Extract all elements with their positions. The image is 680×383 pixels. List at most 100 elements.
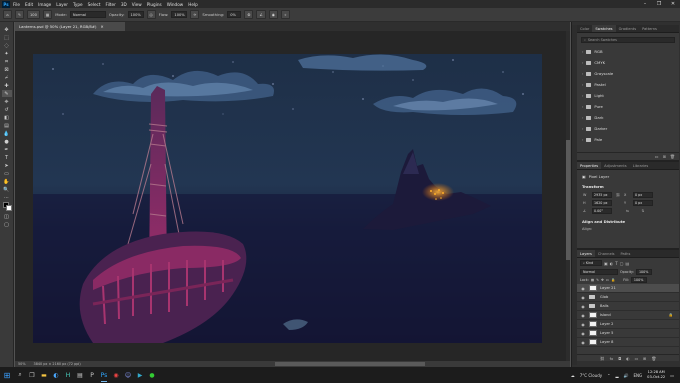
frame-tool-icon[interactable]: ⊠ xyxy=(2,66,12,73)
color-swatches[interactable] xyxy=(2,202,12,212)
flow-field[interactable]: 100% xyxy=(171,11,188,18)
tray-overflow-icon[interactable]: ⌃ xyxy=(607,373,610,378)
y-field[interactable]: 0 px xyxy=(633,200,653,206)
new-layer-icon[interactable]: ⊞ xyxy=(643,356,646,361)
filter-pixel-icon[interactable]: ▣ xyxy=(604,261,608,266)
eraser-tool-icon[interactable]: ◧ xyxy=(2,114,12,121)
smoothing-field[interactable]: 0% xyxy=(227,11,242,18)
layer-filter-kind-select[interactable]: ⌕ Kind xyxy=(580,260,602,266)
rectangle-tool-icon[interactable]: ▭ xyxy=(2,170,12,177)
notifications-icon[interactable]: ▭ xyxy=(670,373,674,378)
menu-image[interactable]: Image xyxy=(38,2,51,7)
app-h-icon[interactable]: H xyxy=(62,367,74,383)
add-mask-icon[interactable]: ◘ xyxy=(618,356,621,361)
angle-icon[interactable]: ∠ xyxy=(256,10,266,19)
eyedropper-tool-icon[interactable]: ⌿ xyxy=(2,74,12,81)
new-swatch-icon[interactable]: ⊞ xyxy=(663,154,666,159)
flip-vertical-icon[interactable]: ⇅ xyxy=(633,209,653,213)
swatch-group-darker[interactable]: › Darker xyxy=(577,123,679,134)
eye-icon[interactable]: ◉ xyxy=(580,286,586,291)
weather-label[interactable]: 7°C Cloudy xyxy=(580,373,602,378)
menu-select[interactable]: Select xyxy=(88,2,101,7)
home-icon[interactable]: ⌂ xyxy=(3,10,12,19)
tab-layers[interactable]: Layers xyxy=(577,250,595,257)
canvas-artwork[interactable] xyxy=(33,54,542,343)
swatch-group-pastel[interactable]: › Pastel xyxy=(577,79,679,90)
tab-gradients[interactable]: Gradients xyxy=(616,25,640,32)
type-tool-icon[interactable]: T xyxy=(2,154,12,161)
blur-tool-icon[interactable]: 💧 xyxy=(2,130,12,137)
swatch-group-dark[interactable]: › Dark xyxy=(577,112,679,123)
search-icon[interactable]: ⌕ xyxy=(14,367,26,383)
volume-icon[interactable]: 🔊 xyxy=(624,373,629,378)
tab-adjustments[interactable]: Adjustments xyxy=(601,162,630,169)
swatch-search-input[interactable]: ⌕ Search Swatches xyxy=(581,37,675,43)
link-icon[interactable]: ⛓ xyxy=(614,193,622,197)
swatch-group-light[interactable]: › Light xyxy=(577,90,679,101)
zoom-tool-icon[interactable]: 🔍 xyxy=(2,186,12,193)
filter-smart-object-icon[interactable]: ▤ xyxy=(626,261,630,266)
eye-icon[interactable]: ◉ xyxy=(580,322,586,327)
tab-patterns[interactable]: Patterns xyxy=(639,25,660,32)
dodge-tool-icon[interactable]: ● xyxy=(2,138,12,145)
eye-icon[interactable]: ◉ xyxy=(580,313,586,318)
lock-all-icon[interactable]: 🔒 xyxy=(611,278,615,282)
fill-field[interactable]: 100% xyxy=(630,277,647,283)
swatch-group-pure[interactable]: › Pure xyxy=(577,101,679,112)
layer-group-row[interactable]: ◉ Glob xyxy=(577,293,679,302)
filter-shape-icon[interactable]: ▢ xyxy=(620,261,624,266)
eye-icon[interactable]: ◉ xyxy=(580,340,586,345)
tab-libraries[interactable]: Libraries xyxy=(630,162,652,169)
quick-select-tool-icon[interactable]: ✦ xyxy=(2,50,12,57)
tab-color[interactable]: Color xyxy=(577,25,592,32)
background-color-swatch[interactable] xyxy=(5,205,12,211)
swatch-group-grayscale[interactable]: › Grayscale xyxy=(577,68,679,79)
menu-3d[interactable]: 3D xyxy=(121,2,127,7)
marquee-tool-icon[interactable]: ⬚ xyxy=(2,34,12,41)
swatch-group-pale[interactable]: › Pale xyxy=(577,134,679,145)
hand-tool-icon[interactable]: ✋ xyxy=(2,178,12,185)
height-field[interactable]: 1620 px xyxy=(592,200,612,206)
new-group-folder-icon[interactable]: ▭ xyxy=(635,356,639,361)
app-p-icon[interactable]: P xyxy=(86,367,98,383)
lock-image-icon[interactable]: ✎ xyxy=(596,278,599,282)
layer-row[interactable]: ◉ Island 🔒 xyxy=(577,311,679,320)
lock-position-icon[interactable]: ✥ xyxy=(601,278,604,282)
lock-artboard-icon[interactable]: ▭ xyxy=(606,278,609,282)
menu-filter[interactable]: Filter xyxy=(105,2,115,7)
screen-mode-icon[interactable]: ▢ xyxy=(2,221,12,228)
layer-row[interactable]: ◉ Layer 2 xyxy=(577,320,679,329)
swatch-group-rgb[interactable]: › RGB xyxy=(577,46,679,57)
media-player-icon[interactable]: ▶ xyxy=(134,367,146,383)
app-green-icon[interactable]: ● xyxy=(146,367,158,383)
clock[interactable]: 12:28 AM 03-Oct-22 xyxy=(647,370,665,380)
healing-brush-tool-icon[interactable]: ✚ xyxy=(2,82,12,89)
lock-transparent-icon[interactable]: ▦ xyxy=(591,278,594,282)
width-field[interactable]: 2935 px xyxy=(592,192,612,198)
crop-tool-icon[interactable]: ⌗ xyxy=(2,58,12,65)
filter-adjustment-icon[interactable]: ◐ xyxy=(610,261,614,266)
minimize-icon[interactable]: – xyxy=(638,0,652,8)
pressure-size-icon[interactable]: ◉ xyxy=(268,10,278,19)
document-tab[interactable]: Lanterns.psd @ 50% (Layer 21, RGB/8#) ✕ xyxy=(15,22,125,31)
tab-properties[interactable]: Properties xyxy=(577,162,602,169)
history-brush-tool-icon[interactable]: ↺ xyxy=(2,106,12,113)
browser-icon[interactable]: ◐ xyxy=(50,367,62,383)
close-document-icon[interactable]: ✕ xyxy=(100,24,103,29)
eye-icon[interactable]: ◉ xyxy=(580,295,586,300)
layer-row[interactable]: ◉ Layer 21 xyxy=(577,284,679,293)
brush-tool-icon[interactable]: ✎ xyxy=(1,90,12,97)
smoothing-options-gear-icon[interactable]: ⚙ xyxy=(244,10,254,19)
menu-edit[interactable]: Edit xyxy=(25,2,33,7)
eye-icon[interactable]: ◉ xyxy=(580,331,586,336)
delete-swatch-trash-icon[interactable]: 🗑 xyxy=(670,154,675,159)
flip-horizontal-icon[interactable]: ⇋ xyxy=(624,209,631,213)
photoshop-taskbar-icon[interactable]: Ps xyxy=(98,367,110,383)
zoom-level[interactable]: 50% xyxy=(18,362,26,366)
link-layers-icon[interactable]: ⛓ xyxy=(600,356,605,361)
new-group-folder-icon[interactable]: ▭ xyxy=(655,154,659,159)
lasso-tool-icon[interactable]: ◌ xyxy=(2,42,12,49)
layer-group-row[interactable]: ◉ Balls xyxy=(577,302,679,311)
angle-field[interactable]: 0.00° xyxy=(592,208,612,214)
menu-layer[interactable]: Layer xyxy=(56,2,68,7)
